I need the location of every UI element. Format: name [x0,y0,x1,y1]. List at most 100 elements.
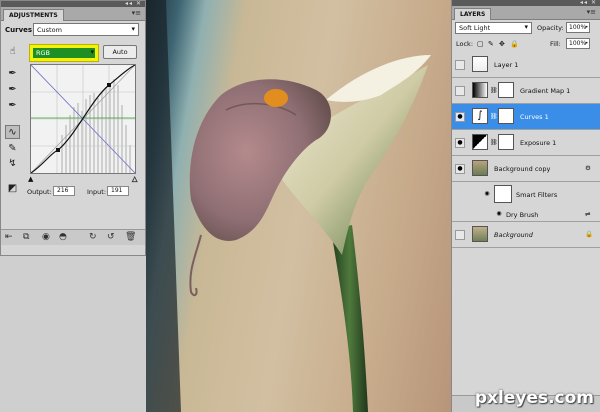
layer-row-dry-brush[interactable]: ◉ Dry Brush ⇌ [452,208,600,222]
lock-transparent-icon[interactable]: ▢ [477,40,484,48]
expanded-view-icon[interactable]: ⧉ [23,232,29,243]
white-point-slider[interactable]: △ [132,175,138,183]
smart-object-icon: ⚙ [585,164,591,172]
layer-thumbnail [472,160,488,176]
layer-name[interactable]: Layer 1 [494,61,518,69]
gray-eyedropper-icon[interactable]: ✒ [5,83,20,97]
layer-row-smart-filters[interactable]: ◉ Smart Filters [452,182,600,208]
layers-panel: ◂◂ ✕ LAYERS ▾≡ Soft Light ▾ Opacity: 100… [451,0,600,412]
link-icon: ⛓ [490,87,498,94]
curve-edit-points-icon[interactable]: ∿ [5,125,20,139]
opacity-label: Opacity: [537,24,564,32]
blend-mode-value: Soft Light [459,24,491,32]
lock-position-icon[interactable]: ✥ [499,40,505,48]
pencil-draw-icon[interactable]: ✎ [5,142,20,156]
black-point-slider[interactable]: ▲ [28,176,33,183]
layer-row-gradient-map-1[interactable]: ⛓ Gradient Map 1 [452,78,600,104]
layer-name[interactable]: Gradient Map 1 [520,87,570,95]
white-eyedropper-icon[interactable]: ✒ [5,99,20,113]
panel-menu-icon[interactable]: ▾≡ [132,9,141,17]
preset-value: Custom [37,26,62,34]
layer-mask-thumbnail [498,108,514,124]
visibility-toggle[interactable]: ● [455,164,465,174]
adjustments-footer: ⇤ ⧉ ◉ ◓ ↻ ↺ 🗑 [1,229,145,245]
return-to-list-icon[interactable]: ⇤ [5,232,13,243]
layer-row-background[interactable]: Background 🔒 [452,222,600,248]
chevron-right-icon: ▸ [585,40,588,46]
exposure-icon [472,134,488,150]
adjustment-type-label: Curves [5,26,33,34]
watermark: pxleyes.com [474,388,594,408]
adjustments-tab-row: ADJUSTMENTS ▾≡ [1,7,145,21]
previous-state-icon[interactable]: ↻ [89,232,97,243]
visibility-eye-icon[interactable]: ◉ [494,210,504,220]
fill-label: Fill: [550,40,561,48]
visibility-toggle[interactable]: ● [455,112,465,122]
layer-thumbnail [472,56,488,72]
link-icon: ⛓ [490,113,498,120]
delete-icon[interactable]: 🗑 [125,232,136,243]
layer-name[interactable]: Smart Filters [516,191,557,199]
layer-name[interactable]: Dry Brush [506,211,538,219]
chevron-down-icon: ▾ [524,23,528,31]
preset-select[interactable]: Custom ▾ [33,23,139,36]
curve-point[interactable] [56,148,60,152]
smooth-curve-icon[interactable]: ↯ [5,157,20,171]
layer-row-exposure-1[interactable]: ● ⛓ Exposure 1 [452,130,600,156]
on-image-adjust-icon[interactable]: ☝ [5,45,20,59]
layer-name[interactable]: Background [494,231,533,239]
reset-icon[interactable]: ↺ [107,232,115,243]
link-icon: ⛓ [490,139,498,146]
gradient-map-icon [472,82,488,98]
curve-graph[interactable] [30,64,136,174]
opacity-field[interactable]: 100% ▸ [566,22,590,33]
fill-field[interactable]: 100% ▸ [566,38,590,49]
output-field[interactable]: 216 [53,186,75,196]
visibility-eye-icon[interactable]: ◓ [59,232,67,243]
visibility-toggle[interactable] [455,230,465,240]
input-label: Input: [87,188,107,196]
auto-button[interactable]: Auto [103,45,137,59]
chevron-down-icon: ▾ [90,48,94,56]
opacity-value: 100% [569,24,587,31]
chevron-down-icon: ▾ [131,25,135,33]
layer-thumbnail [472,226,488,242]
clip-to-layer-icon[interactable]: ◉ [42,232,50,243]
collapse-icon[interactable]: ◂◂ ✕ [125,0,142,7]
layer-name[interactable]: Exposure 1 [520,139,556,147]
visibility-toggle[interactable]: ● [455,138,465,148]
layer-row-layer-1[interactable]: Layer 1 [452,52,600,78]
curves-icon: ∫ [472,108,488,124]
channel-value: RGB [33,48,95,58]
calla-lily-image [146,0,431,412]
lock-label: Lock: [456,40,474,48]
layer-mask-thumbnail [498,82,514,98]
lock-all-icon[interactable]: 🔒 [510,40,519,48]
lock-icon: 🔒 [585,230,594,238]
output-label: Output: [27,188,52,196]
blend-mode-select[interactable]: Soft Light ▾ [455,22,532,34]
layer-mask-thumbnail [498,134,514,150]
tab-layers[interactable]: LAYERS [454,8,492,20]
clipping-warning-icon[interactable]: ◩ [5,182,20,196]
visibility-toggle[interactable] [455,86,465,96]
layer-name[interactable]: Background copy [494,165,550,173]
channel-select[interactable]: RGB ▾ [29,44,99,62]
layer-row-curves-1[interactable]: ● ∫ ⛓ Curves 1 [452,104,600,130]
black-eyedropper-icon[interactable]: ✒ [5,67,20,81]
layer-row-background-copy[interactable]: ● Background copy ⚙ [452,156,600,182]
filter-options-icon[interactable]: ⇌ [585,210,590,218]
layer-name[interactable]: Curves 1 [520,113,549,121]
layers-tab-row: LAYERS ▾≡ [452,6,600,20]
visibility-toggle[interactable] [455,60,465,70]
tab-adjustments[interactable]: ADJUSTMENTS [3,9,64,21]
channel-label: RGB [36,49,51,57]
fill-value: 100% [569,40,587,47]
panel-menu-icon[interactable]: ▾≡ [587,8,596,16]
lock-image-icon[interactable]: ✎ [488,40,494,48]
visibility-eye-icon[interactable]: ◉ [482,190,492,200]
histogram [61,79,131,173]
curve-point[interactable] [107,83,111,87]
chevron-right-icon: ▸ [585,24,588,30]
input-field[interactable]: 191 [107,186,129,196]
